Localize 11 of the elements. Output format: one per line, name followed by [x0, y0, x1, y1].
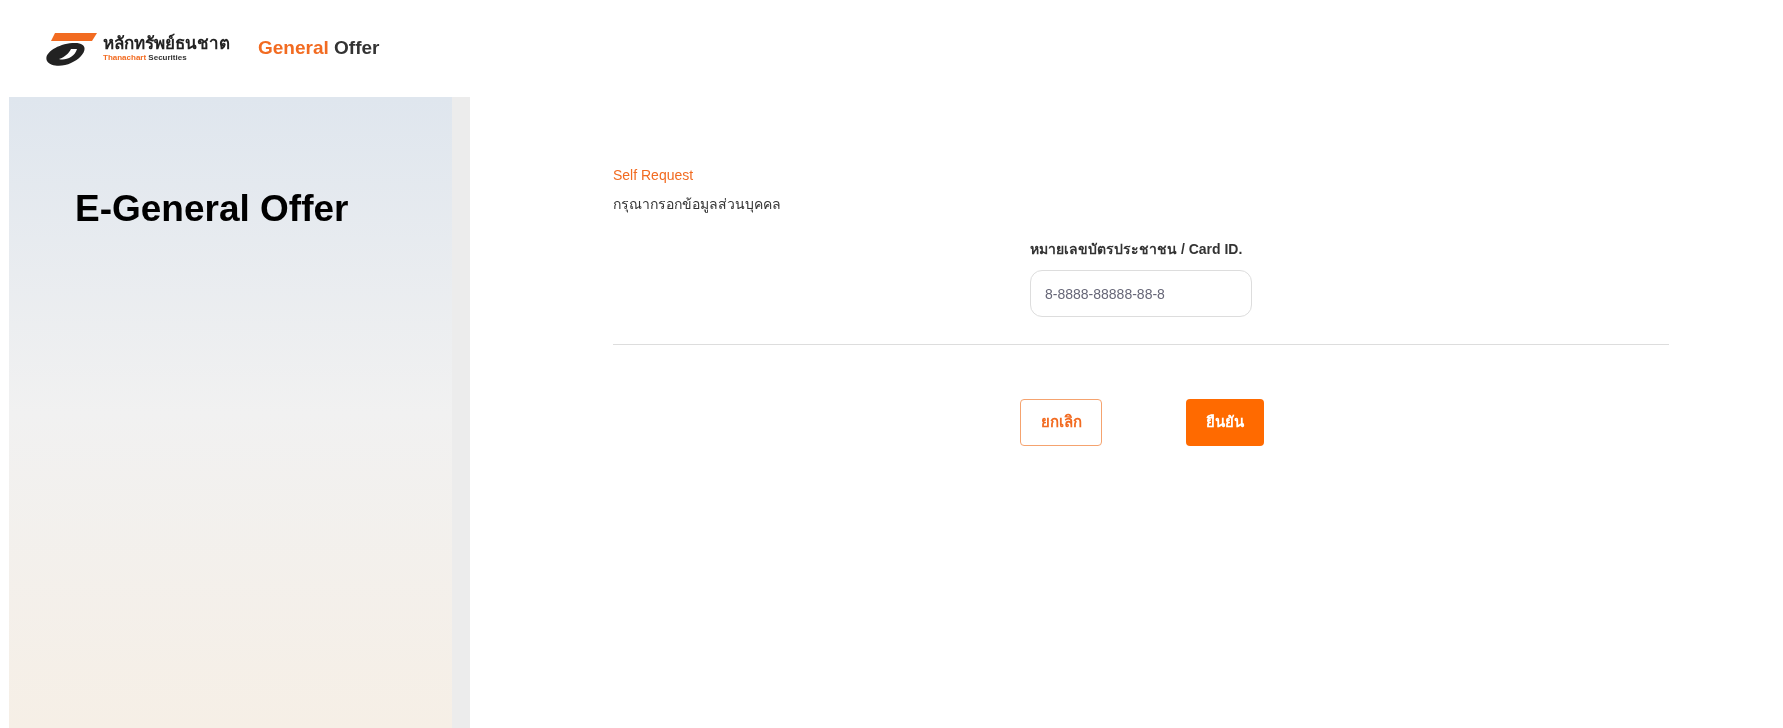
card-id-field[interactable]: 8-8888-88888-88-8	[1030, 270, 1252, 317]
field-label: หมายเลขบัตรประชาชน / Card ID.	[1030, 240, 1243, 259]
cancel-button[interactable]: ยกเลิก	[1020, 399, 1102, 446]
logo-text: หลักทรัพย์ธนชาต	[103, 35, 230, 52]
logo-icon	[45, 30, 97, 67]
confirm-button[interactable]: ยืนยัน	[1186, 399, 1264, 446]
instruction-text: กรุณากรอกข้อมูลส่วนบุคคล	[613, 195, 782, 215]
section-title: Self Request	[613, 166, 695, 185]
logo-subtext: Thanachart Securities	[103, 54, 188, 62]
header-title: General Offer	[258, 36, 380, 61]
panel-title: E-General Offer	[75, 187, 349, 231]
